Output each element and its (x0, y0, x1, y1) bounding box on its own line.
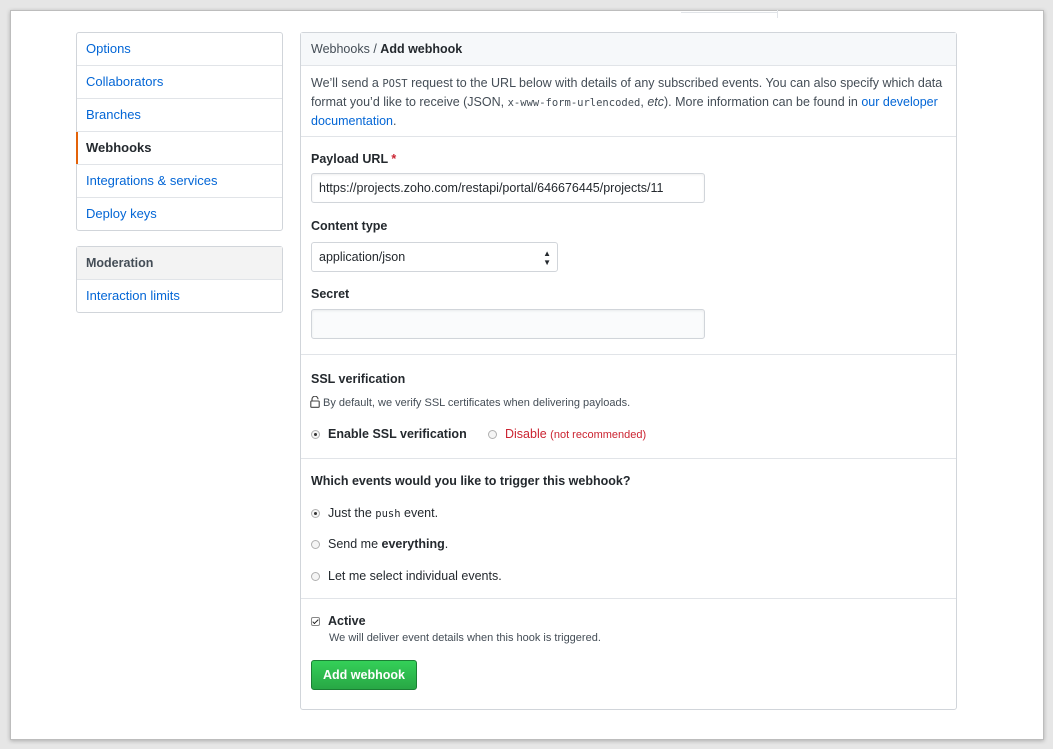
required-mark: * (391, 152, 397, 166)
events-push-radio[interactable] (311, 509, 320, 519)
top-divider-tick (777, 10, 778, 18)
page-title: Add webhook (380, 42, 463, 56)
events-everything-text-1: Send me (328, 537, 382, 551)
events-push-code: push (375, 508, 401, 520)
select-arrows-icon: ▲ ▼ (543, 249, 551, 267)
intro-text-4: ). More information can be found in (664, 95, 862, 109)
ssl-disable-radio[interactable] (488, 430, 497, 440)
sidebar-item-collaborators[interactable]: Collaborators (77, 66, 282, 99)
payload-url-label-text: Payload URL (311, 152, 388, 166)
ssl-section: SSL verification By default, we verify S… (301, 355, 956, 459)
active-label: Active (328, 614, 366, 628)
ssl-disable-option[interactable]: Disable (not recommended) (488, 427, 646, 441)
events-heading: Which events would you like to trigger t… (311, 474, 631, 488)
intro-text: We’ll send a POST request to the URL bel… (301, 66, 956, 137)
ssl-enable-label: Enable SSL verification (328, 427, 467, 441)
intro-text-1: We’ll send a (311, 76, 383, 90)
ssl-heading: SSL verification (311, 372, 406, 386)
secret-input[interactable] (311, 309, 705, 339)
sidebar-item-options[interactable]: Options (77, 33, 282, 66)
ssl-note: By default, we verify SSL certificates w… (310, 396, 630, 409)
add-webhook-button[interactable]: Add webhook (311, 660, 417, 690)
breadcrumb-separator: / (373, 42, 377, 56)
active-description: We will deliver event details when this … (329, 632, 601, 644)
active-option[interactable]: Active (311, 614, 366, 628)
content-type-label: Content type (311, 219, 388, 233)
events-everything-bold: everything (381, 537, 445, 551)
sidebar-item-integrations[interactable]: Integrations & services (77, 165, 282, 198)
breadcrumb: Webhooks / Add webhook (301, 33, 956, 66)
intro-etc: etc (647, 95, 665, 109)
active-checkbox[interactable] (311, 617, 320, 627)
intro-text-5: . (393, 114, 397, 128)
ssl-disable-label: Disable (505, 427, 547, 441)
sidebar-item-interaction-limits[interactable]: Interaction limits (77, 280, 282, 312)
settings-sidebar: Options Collaborators Branches Webhooks … (76, 32, 283, 231)
secret-label: Secret (311, 287, 350, 301)
events-push-text-2: event. (400, 506, 439, 520)
breadcrumb-webhooks-link[interactable]: Webhooks (311, 42, 370, 56)
intro-code-post: POST (382, 78, 408, 90)
add-webhook-panel: Webhooks / Add webhook We’ll send a POST… (300, 32, 957, 710)
events-everything-text-2: . (444, 537, 449, 551)
payload-url-label: Payload URL * (311, 152, 396, 166)
ssl-enable-radio[interactable] (311, 430, 320, 440)
top-divider (681, 10, 777, 13)
ssl-note-text: By default, we verify SSL certificates w… (323, 397, 631, 409)
events-individual-radio[interactable] (311, 572, 320, 582)
events-everything-option[interactable]: Send me everything. (311, 537, 448, 551)
events-everything-radio[interactable] (311, 540, 320, 550)
moderation-heading: Moderation (77, 247, 282, 280)
payload-url-input[interactable]: https://projects.zoho.com/restapi/portal… (311, 173, 705, 203)
events-push-text-1: Just the (328, 506, 376, 520)
sidebar-item-deploy-keys[interactable]: Deploy keys (77, 198, 282, 230)
events-individual-label: Let me select individual events. (328, 569, 502, 583)
ssl-enable-option[interactable]: Enable SSL verification (311, 427, 467, 441)
events-section: Which events would you like to trigger t… (301, 459, 956, 599)
events-push-option[interactable]: Just the push event. (311, 506, 438, 520)
content-type-value: application/json (319, 250, 406, 264)
intro-code-urlencoded: x-www-form-urlencoded (507, 97, 641, 109)
moderation-sidebar: Moderation Interaction limits (76, 246, 283, 313)
lock-icon (310, 396, 320, 408)
content-type-select[interactable]: application/json ▲ ▼ (311, 242, 558, 272)
window-frame: Options Collaborators Branches Webhooks … (10, 10, 1044, 740)
sidebar-item-webhooks[interactable]: Webhooks (76, 132, 282, 165)
events-individual-option[interactable]: Let me select individual events. (311, 569, 502, 583)
webhook-fields-section: Payload URL * https://projects.zoho.com/… (301, 137, 956, 355)
sidebar-item-branches[interactable]: Branches (77, 99, 282, 132)
ssl-disable-note: (not recommended) (550, 429, 647, 441)
